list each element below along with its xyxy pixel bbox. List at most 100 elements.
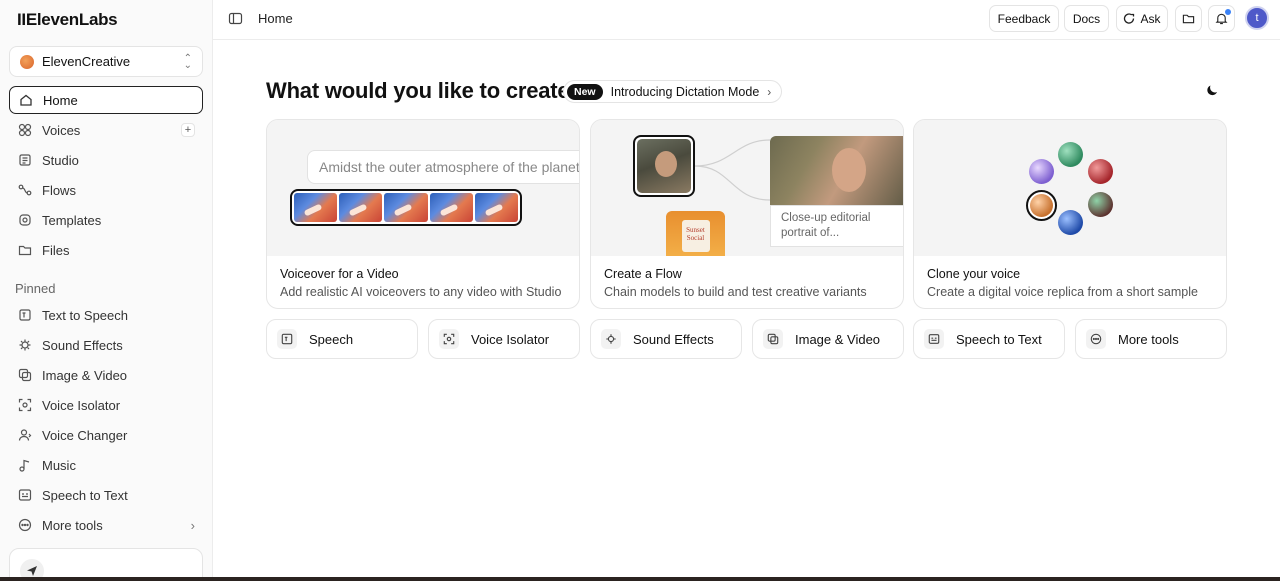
flow-illustration: Close-up editorial portrait of... Sunset… <box>591 120 903 256</box>
card-description: Chain models to build and test creative … <box>604 285 867 299</box>
voice-isolator-icon <box>18 398 32 412</box>
tool-more-tools-button[interactable]: More tools <box>1075 319 1227 359</box>
tool-label: Speech to Text <box>956 331 1042 347</box>
files-button[interactable] <box>1175 5 1202 32</box>
film-frame <box>294 193 338 222</box>
notification-dot <box>1225 9 1231 15</box>
sidebar-item-label: Image & Video <box>42 367 128 383</box>
theme-toggle-icon[interactable] <box>1206 84 1219 102</box>
sidebar-item-label: More tools <box>42 517 103 533</box>
card-title: Voiceover for a Video <box>280 267 399 281</box>
sample-script-text: Amidst the outer atmosphere of the plane… <box>307 150 579 184</box>
sidebar-item-home[interactable]: Home <box>9 86 203 114</box>
film-frame <box>429 193 473 222</box>
sidebar-item-studio[interactable]: Studio <box>9 146 203 174</box>
voice-orb <box>1058 142 1083 167</box>
sidebar-item-text-to-speech[interactable]: Text to Speech <box>9 301 203 329</box>
card-create-flow[interactable]: Close-up editorial portrait of... Sunset… <box>590 119 904 309</box>
chevron-updown-icon: ⌃ ⌄ <box>183 52 192 71</box>
tool-label: Sound Effects <box>633 331 714 347</box>
folder-icon <box>1182 12 1195 25</box>
can-label: Sunset Social <box>681 220 710 252</box>
tool-label: Image & Video <box>795 331 881 347</box>
film-frame <box>339 193 383 222</box>
page-title: What would you like to create? <box>266 78 583 103</box>
sidebar-item-voice-changer[interactable]: Voice Changer <box>9 421 203 449</box>
announcement-pill[interactable]: New Introducing Dictation Mode › <box>563 80 783 103</box>
home-icon <box>19 93 33 107</box>
output-photo-node <box>770 136 903 206</box>
bottom-edge-strip <box>0 577 1280 581</box>
sidebar-item-music[interactable]: Music <box>9 451 203 479</box>
sidebar-item-label: Text to Speech <box>42 307 128 323</box>
pinned-section-label: Pinned <box>15 281 56 296</box>
ask-button[interactable]: Ask <box>1116 5 1168 32</box>
sidebar-item-label: Templates <box>42 212 102 228</box>
sidebar-item-label: Speech to Text <box>42 487 128 503</box>
docs-button[interactable]: Docs <box>1064 5 1109 32</box>
text-to-speech-icon <box>18 308 32 322</box>
voice-isolator-icon <box>439 329 459 349</box>
sidebar-item-flows[interactable]: Flows <box>9 176 203 204</box>
card-description: Add realistic AI voiceovers to any video… <box>280 285 562 299</box>
card-title: Create a Flow <box>604 267 682 281</box>
tool-label: More tools <box>1118 331 1179 347</box>
breadcrumb: Home <box>258 11 293 26</box>
speech-to-text-icon <box>18 488 32 502</box>
output-caption: Close-up editorial portrait of... <box>770 205 903 247</box>
sidebar-item-templates[interactable]: Templates <box>9 206 203 234</box>
tool-label: Speech <box>309 331 354 347</box>
film-frame <box>384 193 428 222</box>
more-icon <box>18 518 32 532</box>
workspace-name: ElevenCreative <box>42 54 131 69</box>
sidebar-item-label: Flows <box>42 182 76 198</box>
card-voiceover[interactable]: Amidst the outer atmosphere of the plane… <box>266 119 580 309</box>
workspace-avatar <box>20 54 34 69</box>
sound-effects-icon <box>18 338 32 352</box>
tool-speech-button[interactable]: Speech <box>266 319 418 359</box>
sidebar-item-voice-isolator[interactable]: Voice Isolator <box>9 391 203 419</box>
tool-label: Voice Isolator <box>471 331 550 347</box>
sidebar-item-voices[interactable]: Voices + <box>9 116 203 144</box>
image-video-icon <box>763 329 783 349</box>
ask-label: Ask <box>1140 11 1161 26</box>
more-icon <box>1086 329 1106 349</box>
film-frame <box>474 193 519 222</box>
voice-orb <box>1088 192 1113 217</box>
app-logo[interactable]: IIElevenLabs <box>17 10 118 30</box>
feedback-button[interactable]: Feedback <box>989 5 1059 32</box>
sidebar-item-label: Voice Isolator <box>42 397 121 413</box>
card-clone-voice[interactable]: Clone your voice Create a digital voice … <box>913 119 1227 309</box>
sound-effects-icon <box>601 329 621 349</box>
sidebar-item-sound-effects[interactable]: Sound Effects <box>9 331 203 359</box>
sidebar-item-files[interactable]: Files <box>9 236 203 264</box>
music-icon <box>18 458 32 472</box>
new-badge: New <box>567 83 603 100</box>
voiceover-illustration: Amidst the outer atmosphere of the plane… <box>267 120 579 256</box>
sidebar-item-label: Voices <box>42 122 81 138</box>
sidebar-item-speech-to-text[interactable]: Speech to Text <box>9 481 203 509</box>
tool-voice-isolator-button[interactable]: Voice Isolator <box>428 319 580 359</box>
workspace-switcher[interactable]: ElevenCreative ⌃ ⌄ <box>9 46 203 77</box>
sidebar-item-image-video[interactable]: Image & Video <box>9 361 203 389</box>
notifications-button[interactable] <box>1208 5 1235 32</box>
sidebar-item-label: Voice Changer <box>42 427 128 443</box>
user-avatar[interactable]: t <box>1245 6 1269 30</box>
toggle-sidebar-icon[interactable] <box>228 11 243 31</box>
voices-icon <box>18 123 32 137</box>
voice-orbs-illustration <box>914 120 1226 256</box>
tool-sound-effects-button[interactable]: Sound Effects <box>590 319 742 359</box>
add-voice-button[interactable]: + <box>181 123 195 137</box>
chat-icon <box>1123 12 1135 25</box>
flows-icon <box>18 183 32 197</box>
sidebar-item-label: Files <box>42 242 70 258</box>
chevron-right-icon: › <box>190 517 195 533</box>
selected-voice-orb <box>1026 190 1057 221</box>
tool-speech-to-text-button[interactable]: Speech to Text <box>913 319 1065 359</box>
chevron-right-icon: › <box>767 84 772 99</box>
card-title: Clone your voice <box>927 267 1021 281</box>
speech-to-text-icon <box>924 329 944 349</box>
tool-image-video-button[interactable]: Image & Video <box>752 319 904 359</box>
sidebar-item-more-tools[interactable]: More tools › <box>9 511 203 539</box>
voice-changer-icon <box>18 428 32 442</box>
